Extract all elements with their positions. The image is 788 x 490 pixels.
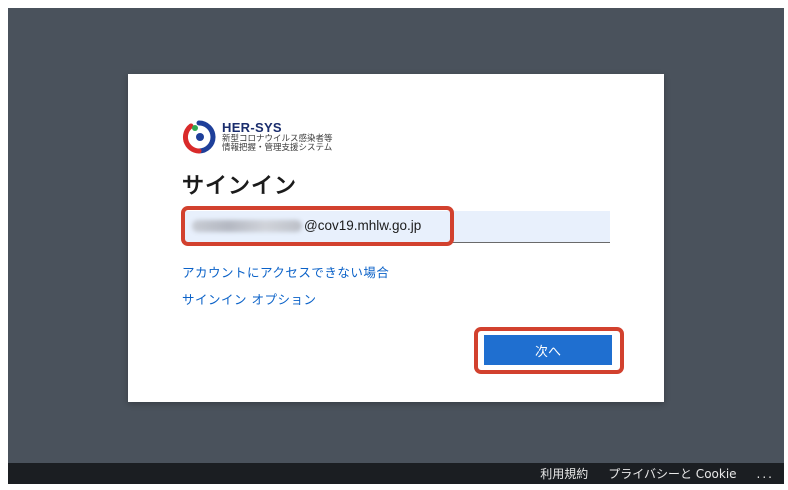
signin-options-link[interactable]: サインイン オプション — [182, 289, 316, 308]
page-title: サインイン — [182, 174, 298, 199]
her-sys-logo-icon — [183, 120, 216, 154]
privacy-cookies-link[interactable]: プライバシーと Cookie — [608, 465, 736, 482]
footer-bar: 利用規約 プライバシーと Cookie ... — [8, 463, 784, 484]
her-sys-logo: HER-SYS 新型コロナウイルス感染者等 情報把握・管理支援システム — [182, 120, 333, 154]
logo-brand: HER-SYS — [222, 120, 282, 136]
signin-card: HER-SYS 新型コロナウイルス感染者等 情報把握・管理支援システム サインイ… — [128, 74, 664, 402]
terms-of-use-link[interactable]: 利用規約 — [540, 465, 588, 482]
next-button[interactable]: 次へ — [484, 335, 612, 365]
browser-viewport: HER-SYS 新型コロナウイルス感染者等 情報把握・管理支援システム サインイ… — [8, 8, 784, 484]
cant-access-account-link[interactable]: アカウントにアクセスできない場合 — [182, 262, 389, 281]
more-options-icon[interactable]: ... — [757, 467, 774, 481]
email-highlight-annotation — [181, 206, 454, 246]
logo-subtitle-2: 情報把握・管理支援システム — [222, 142, 333, 153]
